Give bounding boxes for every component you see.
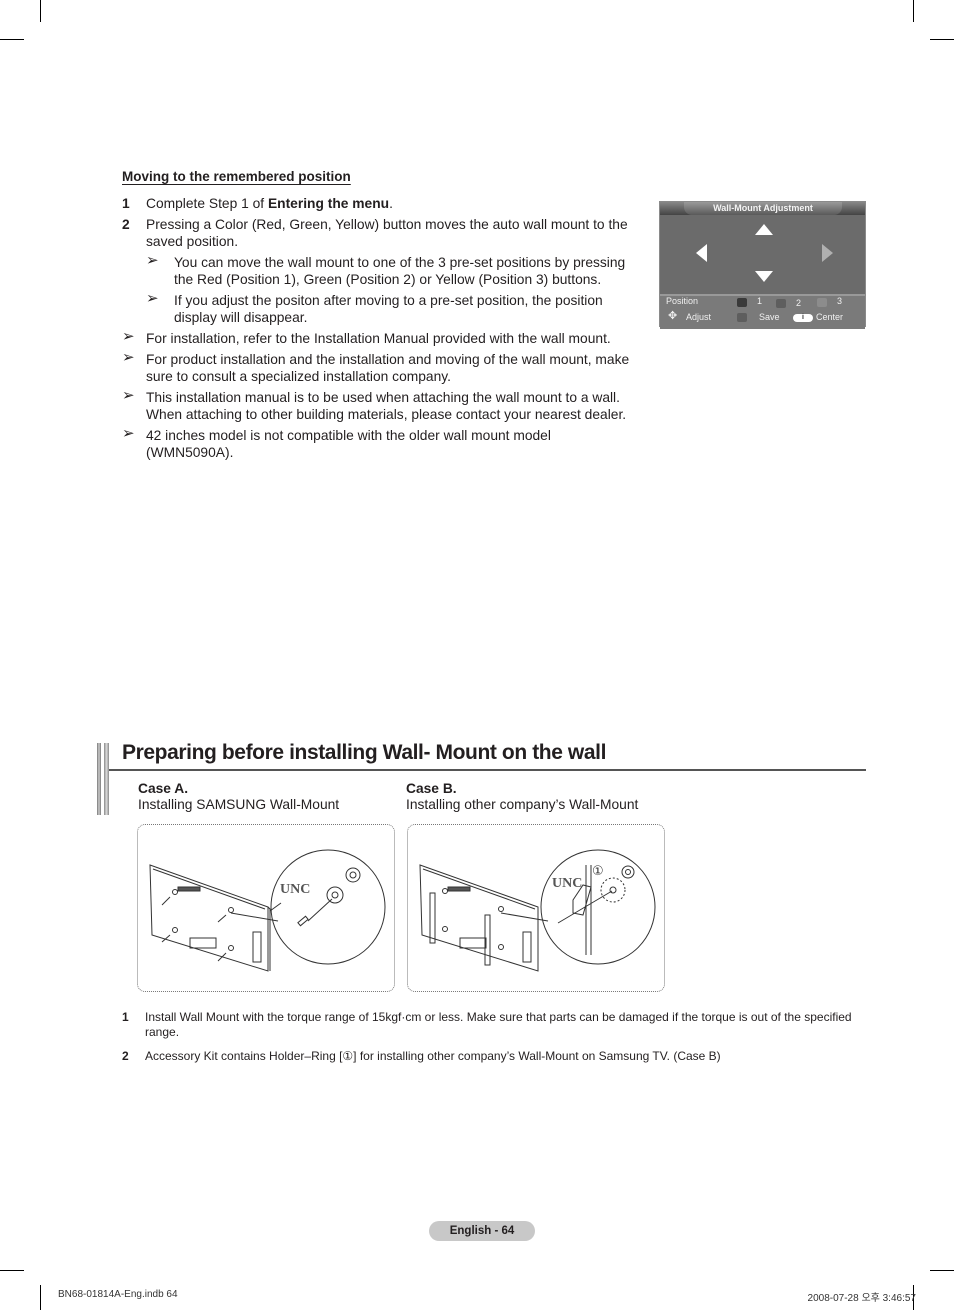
wall-mount-osd: Wall-Mount Adjustment Position 1 2 3 ✥ A… [659, 201, 866, 329]
unc-label: UNC [552, 876, 582, 891]
case-b-heading: Case B. [406, 781, 457, 796]
move-dpad-icon: ✥ [668, 310, 678, 322]
note: ➢ 42 inches model is not compatible with… [122, 425, 632, 461]
footnote-2: 2 Accessory Kit contains Holder–Ring [①]… [122, 1049, 867, 1064]
step-number: 1 [122, 196, 130, 211]
footnote-text: Accessory Kit contains Holder–Ring [①] f… [145, 1049, 721, 1063]
section-divider [109, 769, 866, 771]
position-3: 3 [837, 296, 843, 306]
punctuation: . [389, 196, 393, 211]
step-text: Complete Step 1 of [146, 196, 268, 211]
case-b-text: Installing other company’s Wall-Mount [406, 797, 639, 812]
sub-note: ➢ You can move the wall mount to one of … [122, 252, 632, 288]
page-number-badge: English - 64 [429, 1221, 535, 1241]
print-slug-timestamp: 2008-07-28 오후 3:46:57 [807, 1293, 916, 1304]
position-label: Position [666, 296, 699, 306]
position-1: 1 [757, 296, 763, 306]
subsection-title: Moving to the remembered position [122, 169, 351, 184]
adjust-label: Adjust [686, 312, 712, 322]
holder-ring-callout: ① [592, 864, 604, 879]
note-text: This installation manual is to be used w… [146, 390, 627, 422]
section-marker [104, 743, 109, 815]
menu-reference: Entering the menu [267, 196, 390, 211]
note: ➢ This installation manual is to be used… [122, 387, 632, 423]
position-2: 2 [796, 298, 802, 308]
section-marker [97, 743, 101, 815]
arrow-bullet-icon: ➢ [146, 290, 159, 307]
osd-title: Wall-Mount Adjustment [684, 202, 842, 215]
crop-mark [913, 0, 914, 22]
note-text: For installation, refer to the Installat… [146, 331, 611, 346]
blue-button-icon [737, 313, 747, 322]
step-text: Pressing a Color (Red, Green, Yellow) bu… [146, 217, 628, 249]
red-button-icon [737, 298, 747, 307]
note-text: 42 inches model is not compatible with t… [146, 428, 551, 460]
arrow-bullet-icon: ➢ [122, 387, 135, 404]
note-text: If you adjust the positon after moving t… [174, 293, 603, 325]
figure-case-b: UNC ① [407, 824, 665, 992]
green-button-icon [776, 299, 786, 308]
sub-note: ➢ If you adjust the positon after moving… [122, 290, 632, 326]
yellow-button-icon [817, 298, 827, 307]
print-slug-file: BN68-01814A-Eng.indb 64 [58, 1289, 178, 1300]
case-a: Case A. Installing SAMSUNG Wall-Mount [138, 781, 339, 813]
arrow-up-icon [755, 224, 773, 235]
center-label: Center [816, 312, 844, 322]
instructions-block: 1 Complete Step 1 of Entering the menu. … [122, 195, 632, 465]
arrow-bullet-icon: ➢ [122, 328, 135, 345]
footnote-1: 1 Install Wall Mount with the torque ran… [122, 1010, 867, 1040]
crop-mark [40, 0, 41, 22]
footnote-text: Install Wall Mount with the torque range… [145, 1010, 852, 1039]
save-label: Save [759, 312, 780, 322]
crop-mark [0, 39, 24, 40]
crop-mark [0, 1270, 24, 1271]
figure-case-a: UNC [137, 824, 395, 992]
step-1: 1 Complete Step 1 of Entering the menu. [122, 195, 632, 212]
step-2: 2 Pressing a Color (Red, Green, Yellow) … [122, 216, 632, 250]
note-text: For product installation and the install… [146, 352, 630, 384]
section-title: Preparing before installing Wall- Mount … [122, 741, 607, 764]
case-a-heading: Case A. [138, 781, 189, 796]
tv-back-panel [149, 864, 269, 972]
arrow-right-icon [822, 244, 833, 262]
tv-back-panel [419, 864, 539, 972]
arrow-bullet-icon: ➢ [122, 349, 135, 366]
crop-mark [930, 39, 954, 40]
footnote-number: 1 [122, 1010, 129, 1024]
step-number: 2 [122, 217, 130, 232]
info-button-icon: i [793, 314, 813, 322]
note: ➢ For installation, refer to the Install… [122, 328, 632, 347]
arrow-left-icon [696, 244, 707, 262]
unc-label: UNC [280, 882, 310, 897]
note-text: You can move the wall mount to one of th… [174, 255, 626, 287]
tv-back-illustration: UNC [149, 849, 386, 972]
tv-back-bracket-illustration: UNC ① [419, 849, 656, 972]
case-b: Case B. Installing other company’s Wall-… [406, 781, 638, 813]
arrow-bullet-icon: ➢ [122, 425, 135, 442]
crop-mark [40, 1285, 41, 1310]
footnote-number: 2 [122, 1049, 129, 1063]
case-a-text: Installing SAMSUNG Wall-Mount [138, 797, 340, 812]
arrow-bullet-icon: ➢ [146, 252, 159, 269]
arrow-down-icon [755, 271, 773, 282]
crop-mark [930, 1270, 954, 1271]
note: ➢ For product installation and the insta… [122, 349, 632, 385]
